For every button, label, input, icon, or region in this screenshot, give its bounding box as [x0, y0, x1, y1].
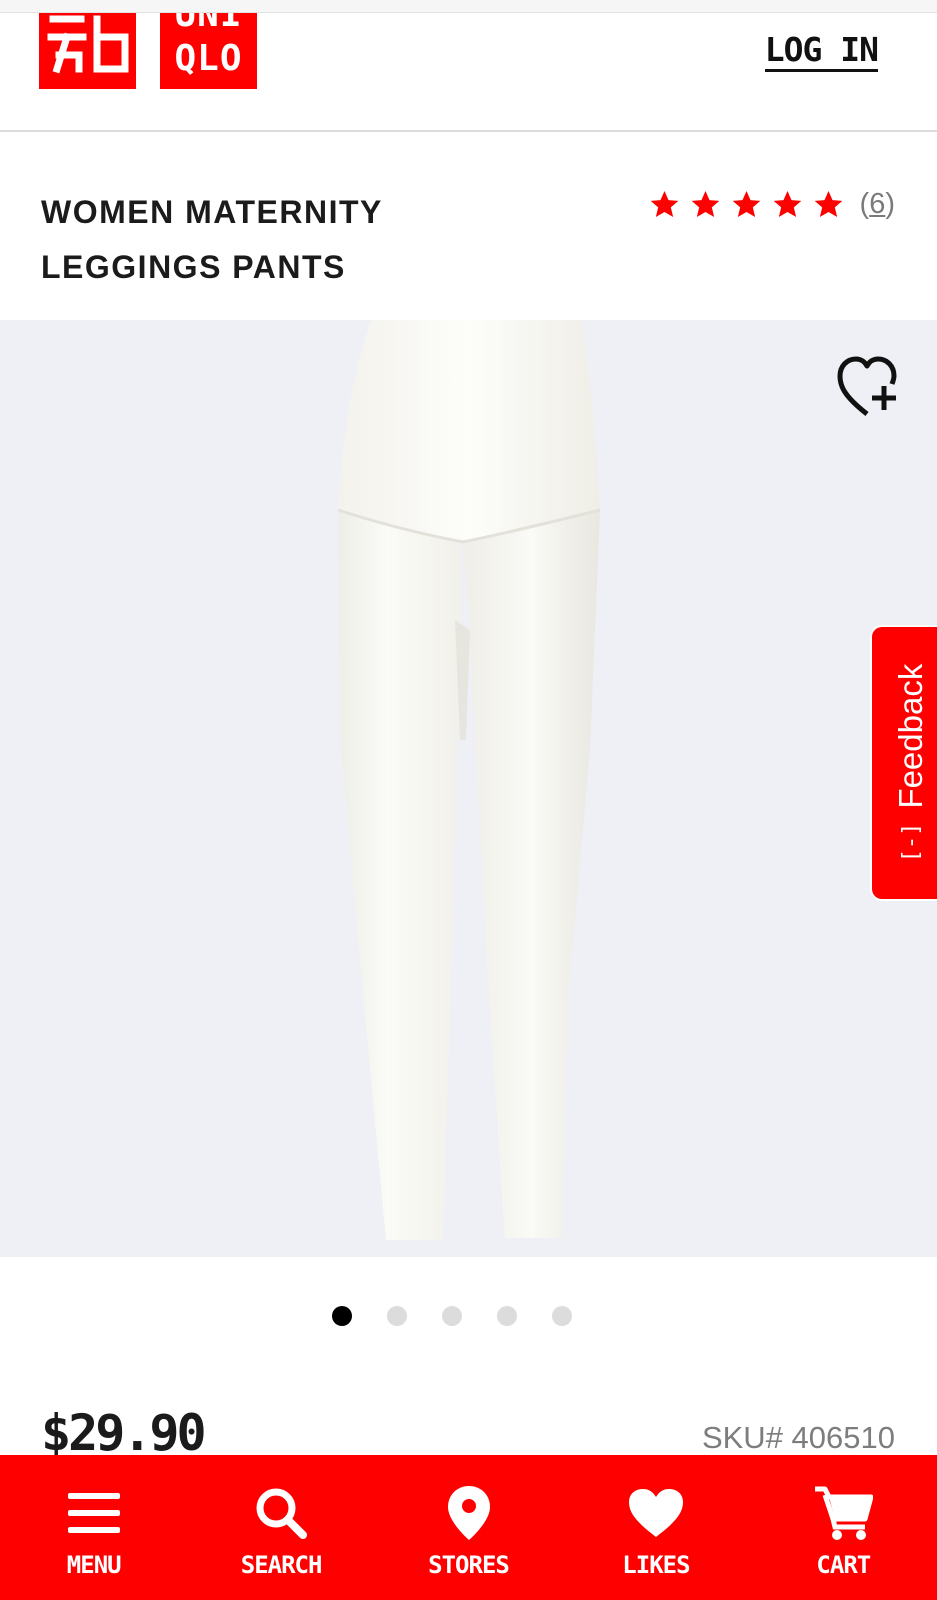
pager-dot[interactable]	[331, 1306, 352, 1326]
logo-line-2: QLO	[174, 38, 243, 79]
product-image	[337, 320, 601, 1240]
star-icon	[814, 190, 842, 218]
nav-search[interactable]: SEARCH	[187, 1455, 374, 1600]
star-icon	[773, 190, 801, 218]
nav-cart[interactable]: CART	[750, 1455, 937, 1600]
nav-search-label: SEARCH	[240, 1551, 323, 1579]
nav-stores[interactable]: STORES	[375, 1455, 562, 1600]
status-strip	[0, 0, 937, 13]
search-icon	[251, 1485, 311, 1541]
product-title: WOMEN MATERNITY LEGGINGS PANTS	[41, 185, 561, 295]
pager-dot[interactable]	[551, 1306, 572, 1326]
star-icon	[691, 190, 719, 218]
carousel-pager	[0, 1306, 937, 1326]
heart-icon	[626, 1485, 686, 1541]
feedback-tab[interactable]: [-] Feedback	[870, 625, 937, 901]
cart-icon	[813, 1485, 874, 1541]
nav-likes-label: LIKES	[622, 1551, 690, 1579]
map-pin-icon	[439, 1485, 499, 1541]
pager-dot[interactable]	[496, 1306, 517, 1326]
product-title-line-2: LEGGINGS PANTS	[41, 249, 346, 285]
star-icon	[732, 190, 760, 218]
feedback-icon: [-]	[898, 822, 924, 863]
nav-cart-label: CART	[816, 1551, 871, 1579]
review-count-link[interactable]: 6	[869, 188, 885, 220]
bottom-navigation: MENU SEARCH STORES LIKES CART	[0, 1455, 937, 1600]
nav-likes[interactable]: LIKES	[562, 1455, 749, 1600]
logo-line-1: UNI	[174, 13, 243, 35]
review-paren-close: )	[885, 188, 895, 220]
nav-menu[interactable]: MENU	[0, 1455, 187, 1600]
product-image-carousel[interactable]: [-] Feedback	[0, 320, 937, 1257]
uniqlo-latin-logo[interactable]: UNI QLO	[160, 13, 257, 89]
pager-dot[interactable]	[441, 1306, 462, 1326]
product-price: $29.90	[41, 1404, 207, 1462]
hamburger-icon	[64, 1485, 124, 1541]
product-rating[interactable]: (6)	[649, 188, 895, 221]
nav-stores-label: STORES	[428, 1551, 510, 1579]
star-icon	[650, 190, 678, 218]
add-to-wishlist-icon[interactable]	[836, 354, 902, 420]
login-link[interactable]: LOG IN	[764, 31, 879, 72]
uniqlo-kanji-logo[interactable]	[39, 13, 136, 89]
review-paren-open: (	[859, 188, 870, 220]
review-count[interactable]: (6)	[860, 188, 895, 221]
product-sku: SKU# 406510	[701, 1420, 895, 1455]
site-header: UNI QLO LOG IN	[0, 13, 937, 132]
pager-dot[interactable]	[386, 1306, 407, 1326]
product-title-line-1: WOMEN MATERNITY	[41, 194, 383, 230]
feedback-label: Feedback	[892, 663, 929, 809]
nav-menu-label: MENU	[66, 1551, 122, 1579]
rating-stars	[649, 189, 844, 220]
